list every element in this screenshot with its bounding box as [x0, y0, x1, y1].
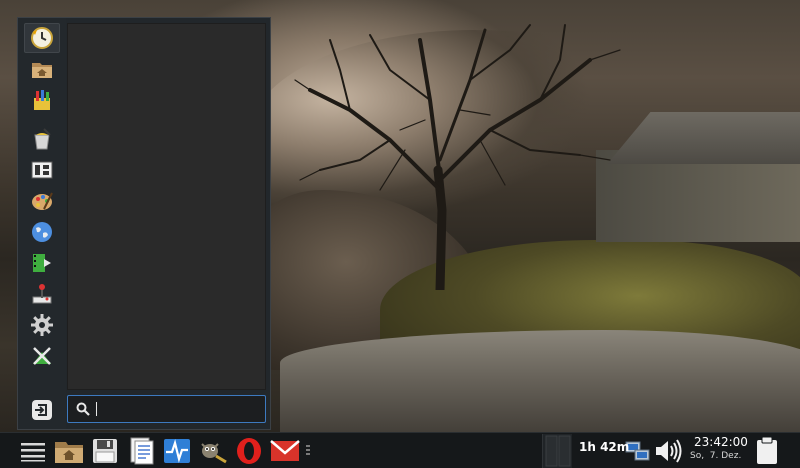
paint-bucket-icon[interactable] — [24, 124, 60, 154]
workspace-pager[interactable] — [542, 434, 572, 468]
wallpaper-rock — [280, 330, 800, 432]
battery-remaining[interactable]: 1h 42m — [579, 440, 629, 454]
office-icon[interactable] — [24, 155, 60, 185]
menu-favorites-sidebar — [18, 18, 66, 429]
system-monitor-icon[interactable] — [160, 435, 194, 467]
home-folder-icon[interactable] — [24, 54, 60, 84]
recent-clock-icon[interactable] — [24, 23, 60, 53]
search-input[interactable] — [94, 400, 254, 418]
graphics-palette-icon[interactable] — [24, 186, 60, 216]
app-menu-icon[interactable] — [16, 435, 50, 467]
application-menu — [17, 17, 271, 430]
games-joystick-icon[interactable] — [24, 279, 60, 309]
search-icon — [76, 402, 90, 416]
clipboard-icon[interactable] — [752, 435, 782, 467]
file-manager-icon[interactable] — [52, 435, 86, 467]
opera-browser-icon[interactable] — [232, 435, 266, 467]
document-editor-icon[interactable] — [124, 435, 158, 467]
wallpaper-tree — [294, 24, 621, 290]
accessories-icon[interactable] — [24, 85, 60, 115]
internet-globe-icon[interactable] — [24, 217, 60, 247]
gimp-icon[interactable] — [196, 435, 230, 467]
logout-icon[interactable] — [24, 395, 60, 425]
system-tools-icon[interactable] — [24, 341, 60, 371]
mail-icon[interactable] — [268, 435, 302, 467]
menu-search-box[interactable] — [67, 395, 266, 423]
panel-drag-handle[interactable] — [306, 445, 310, 457]
multimedia-film-icon[interactable] — [24, 248, 60, 278]
taskbar — [0, 432, 800, 468]
clock-date[interactable]: So, 7. Dez. — [690, 451, 741, 461]
menu-application-list[interactable] — [67, 23, 266, 390]
clock-time[interactable]: 23:42:00 — [694, 435, 748, 449]
save-disk-icon[interactable] — [88, 435, 122, 467]
text-caret — [96, 402, 97, 416]
settings-gear-icon[interactable] — [24, 310, 60, 340]
volume-icon[interactable] — [652, 435, 684, 467]
